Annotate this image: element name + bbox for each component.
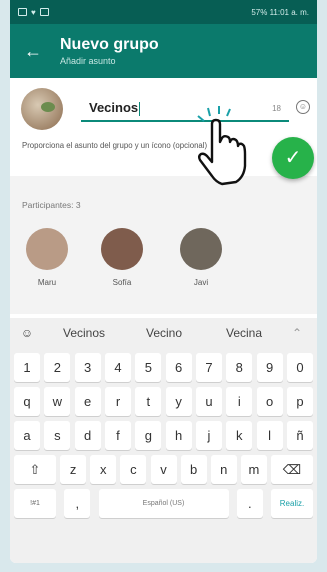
subject-hint: Proporciona el asunto del grupo y un íco… (22, 141, 208, 150)
key-f[interactable]: f (104, 421, 131, 450)
space-key[interactable]: Español (US) (98, 489, 229, 518)
key-u[interactable]: u (195, 387, 222, 416)
participant-sofia[interactable]: Sofía (97, 228, 147, 287)
key-3[interactable]: 3 (74, 353, 101, 382)
confirm-button[interactable]: ✓ (272, 137, 314, 179)
key-5[interactable]: 5 (135, 353, 162, 382)
key-a[interactable]: a (14, 421, 40, 450)
key-s[interactable]: s (44, 421, 71, 450)
key-y[interactable]: y (165, 387, 192, 416)
key-7[interactable]: 7 (195, 353, 222, 382)
subject-text: Vecinos (89, 100, 139, 115)
key-b[interactable]: b (180, 455, 207, 484)
key-2[interactable]: 2 (44, 353, 71, 382)
status-bar: ♥ 57% 11:01 a. m. (10, 0, 317, 24)
shift-key[interactable]: ⇧ (14, 455, 56, 484)
emoji-icon[interactable]: ☺ (296, 100, 310, 114)
gallery-icon (39, 8, 49, 16)
key-e[interactable]: e (74, 387, 101, 416)
backspace-key[interactable]: ⌫ (271, 455, 313, 484)
subject-section: Vecinos 18 ☺ Proporciona el asunto del g… (10, 78, 317, 166)
key-l[interactable]: l (256, 421, 283, 450)
key-n[interactable]: n (210, 455, 237, 484)
char-counter: 18 (272, 104, 281, 113)
suggestion-3[interactable]: Vecina (204, 326, 284, 340)
group-icon-avatar[interactable] (21, 88, 63, 130)
back-icon[interactable]: ← (24, 41, 60, 62)
tap-hand-icon (197, 106, 247, 186)
symbols-key[interactable]: !#1 (14, 489, 56, 518)
key-d[interactable]: d (74, 421, 101, 450)
phone-screen: ♥ 57% 11:01 a. m. ← Nuevo grupo Añadir a… (10, 0, 317, 563)
twitter-icon: ♥ (31, 7, 36, 17)
key-i[interactable]: i (226, 387, 253, 416)
key-1[interactable]: 1 (14, 353, 40, 382)
key-r[interactable]: r (104, 387, 131, 416)
participant-name: Maru (37, 278, 57, 287)
suggestion-2[interactable]: Vecino (124, 326, 204, 340)
page-subtitle: Añadir asunto (60, 56, 116, 66)
participant-name: Sofía (112, 278, 132, 287)
key-c[interactable]: c (120, 455, 147, 484)
key-w[interactable]: w (44, 387, 71, 416)
participants-title: Participantes: 3 (22, 200, 81, 210)
key-v[interactable]: v (150, 455, 177, 484)
participant-maru[interactable]: Maru (22, 228, 72, 287)
text-caret (139, 101, 141, 116)
participants-section: Participantes: 3 Maru Sofía Javi (10, 176, 317, 314)
key-t[interactable]: t (135, 387, 162, 416)
key-m[interactable]: m (240, 455, 267, 484)
notification-icon (18, 8, 27, 16)
key-4[interactable]: 4 (104, 353, 131, 382)
key-j[interactable]: j (195, 421, 222, 450)
key-8[interactable]: 8 (226, 353, 253, 382)
key-q[interactable]: q (14, 387, 40, 416)
key-o[interactable]: o (256, 387, 283, 416)
keyboard: ☺ Vecinos Vecino Vecina ⌃ 1234567890 qwe… (10, 318, 317, 563)
suggestion-bar: ☺ Vecinos Vecino Vecina ⌃ (10, 318, 317, 348)
key-6[interactable]: 6 (165, 353, 192, 382)
key-9[interactable]: 9 (256, 353, 283, 382)
participant-avatar (101, 228, 143, 270)
key-0[interactable]: 0 (286, 353, 313, 382)
comma-key[interactable]: , (64, 489, 91, 518)
group-subject-input[interactable]: Vecinos 18 (81, 96, 289, 122)
key-x[interactable]: x (90, 455, 117, 484)
period-key[interactable]: . (236, 489, 263, 518)
participant-name: Javi (193, 278, 209, 287)
participant-avatar (26, 228, 68, 270)
done-key[interactable]: Realiz. (271, 489, 313, 518)
page-title: Nuevo grupo (60, 36, 159, 53)
key-p[interactable]: p (286, 387, 313, 416)
suggestion-1[interactable]: Vecinos (44, 326, 124, 340)
key-k[interactable]: k (226, 421, 253, 450)
key-g[interactable]: g (135, 421, 162, 450)
app-header: ← Nuevo grupo Añadir asunto (10, 24, 317, 78)
participant-javi[interactable]: Javi (176, 228, 226, 287)
key-ñ[interactable]: ñ (286, 421, 313, 450)
participant-avatar (180, 228, 222, 270)
key-h[interactable]: h (165, 421, 192, 450)
emoji-keyboard-icon[interactable]: ☺ (10, 326, 44, 340)
chevron-up-icon[interactable]: ⌃ (284, 326, 310, 340)
key-z[interactable]: z (60, 455, 87, 484)
status-right: 57% 11:01 a. m. (251, 7, 309, 17)
